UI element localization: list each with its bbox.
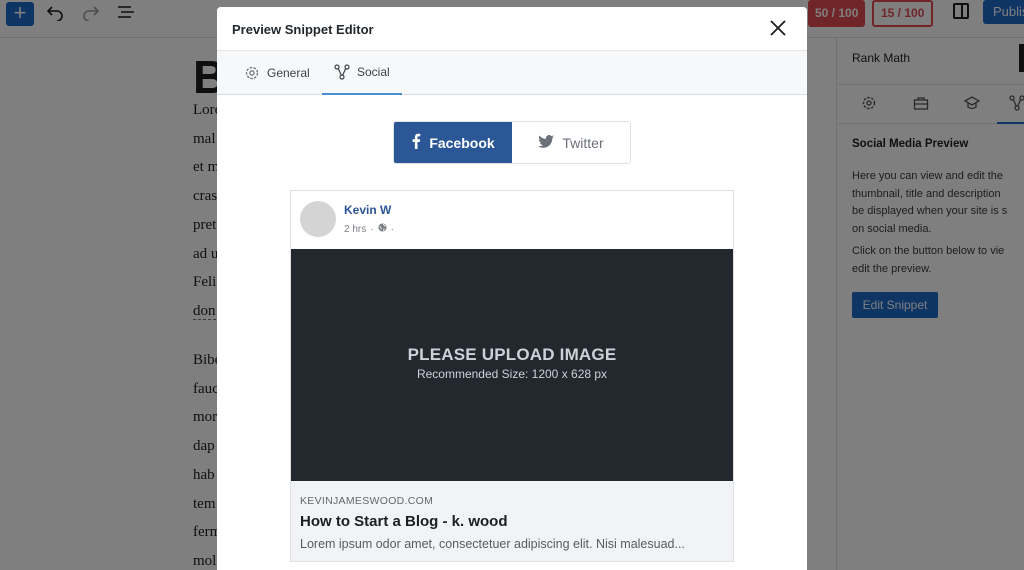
link-preview[interactable]: KEVINJAMESWOOD.COM How to Start a Blog -… <box>291 481 733 561</box>
preview-domain: KEVINJAMESWOOD.COM <box>300 495 434 507</box>
avatar <box>300 201 336 237</box>
post-author: Kevin W <box>344 203 392 217</box>
meta-separator: · <box>370 223 374 235</box>
modal-body: Facebook Twitter Kevin W 2 hrs · · PLEAS… <box>217 95 807 570</box>
twitter-toggle-button[interactable]: Twitter <box>512 122 630 163</box>
recommended-size-text: Recommended Size: 1200 x 628 px <box>416 367 608 381</box>
meta-separator: · <box>390 223 394 235</box>
modal-tabs: General Social <box>217 51 807 95</box>
facebook-toggle-button[interactable]: Facebook <box>394 122 512 163</box>
tab-label: Social <box>357 65 390 79</box>
gear-icon <box>244 65 260 81</box>
globe-icon <box>378 223 387 235</box>
close-icon[interactable] <box>767 17 789 39</box>
tab-social[interactable]: Social <box>322 51 402 95</box>
tab-general[interactable]: General <box>232 51 310 95</box>
twitter-label: Twitter <box>562 134 604 151</box>
preview-title[interactable]: How to Start a Blog - k. wood <box>300 513 508 530</box>
tab-label: General <box>267 66 310 80</box>
preview-snippet-editor-modal: Preview Snippet Editor General Social Fa… <box>217 7 807 570</box>
facebook-icon <box>411 133 421 152</box>
facebook-label: Facebook <box>429 134 495 151</box>
modal-header: Preview Snippet Editor <box>217 7 807 51</box>
twitter-icon <box>538 134 555 151</box>
image-upload-placeholder[interactable]: PLEASE UPLOAD IMAGE Recommended Size: 12… <box>291 249 733 481</box>
network-toggle: Facebook Twitter <box>393 121 631 164</box>
post-time: 2 hrs <box>344 223 367 235</box>
facebook-preview-card: Kevin W 2 hrs · · PLEASE UPLOAD IMAGE Re… <box>290 190 734 562</box>
upload-image-title: PLEASE UPLOAD IMAGE <box>407 345 617 364</box>
post-meta: 2 hrs · · <box>344 223 394 235</box>
modal-title: Preview Snippet Editor <box>232 22 374 37</box>
preview-description[interactable]: Lorem ipsum odor amet, consectetuer adip… <box>300 537 685 551</box>
social-share-icon <box>334 64 350 80</box>
